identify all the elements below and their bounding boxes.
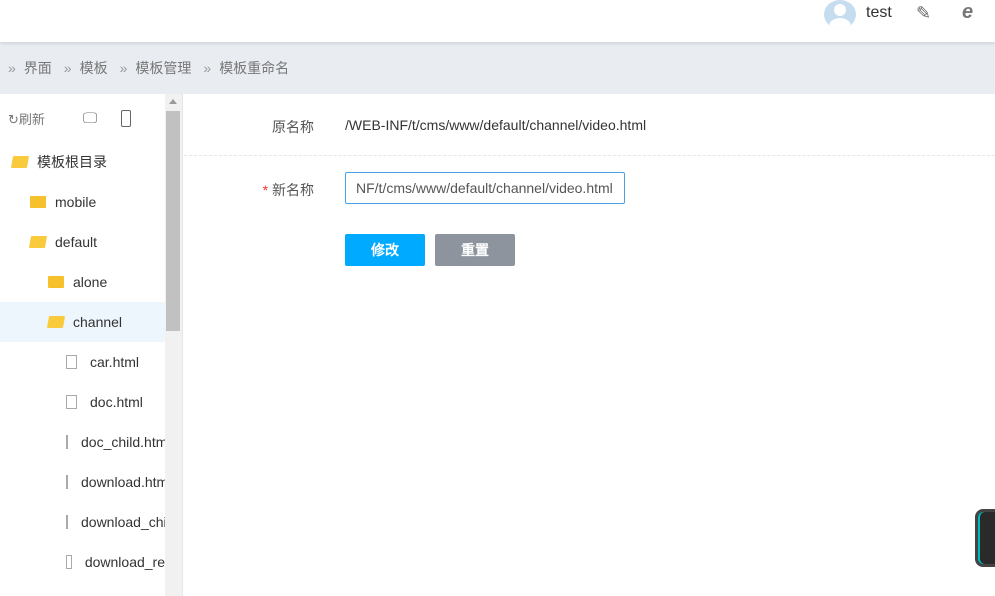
reset-button[interactable]: 重置 bbox=[435, 234, 515, 266]
folder-open-icon bbox=[10, 156, 30, 168]
breadcrumb-item[interactable]: 模板管理 bbox=[135, 58, 191, 78]
new-name-label: 新名称 bbox=[272, 182, 314, 198]
new-name-input[interactable]: NF/t/cms/www/default/channel/video.html bbox=[345, 172, 625, 204]
tree-item[interactable]: doc_child.html bbox=[0, 422, 165, 462]
top-bar: test ✎ e bbox=[0, 0, 995, 42]
folder-open-icon bbox=[28, 236, 48, 248]
scrollbar[interactable] bbox=[165, 94, 182, 596]
folder-icon bbox=[30, 196, 46, 208]
file-icon bbox=[66, 395, 77, 409]
breadcrumb: » 界面 » 模板 » 模板管理 » 模板重命名 bbox=[0, 42, 995, 94]
tree-item-label: download_re bbox=[84, 554, 165, 570]
tree-item[interactable]: download_re bbox=[0, 542, 165, 582]
tree-item-label: download.html bbox=[81, 474, 165, 490]
tree-item-label: download_child.html bbox=[81, 514, 165, 530]
tree-item-label: alone bbox=[73, 274, 108, 290]
tree-item-label: doc.html bbox=[90, 394, 143, 410]
refresh-button[interactable]: ↻刷新 bbox=[8, 109, 45, 128]
file-icon bbox=[66, 515, 68, 529]
tree-item[interactable]: mobile bbox=[0, 182, 165, 222]
tree-item[interactable]: doc.html bbox=[0, 382, 165, 422]
submit-button[interactable]: 修改 bbox=[345, 234, 425, 266]
mobile-icon[interactable] bbox=[121, 109, 132, 127]
scroll-thumb[interactable] bbox=[166, 111, 180, 331]
refresh-icon: ↻ bbox=[8, 111, 19, 127]
tree-item-label: channel bbox=[73, 314, 123, 330]
tree-item[interactable]: download.html bbox=[0, 462, 165, 502]
file-icon bbox=[66, 355, 77, 369]
floating-widget[interactable] bbox=[975, 509, 995, 567]
tree-item[interactable]: download_child.html bbox=[0, 502, 165, 542]
folder-open-icon bbox=[46, 316, 66, 328]
tree-item-label: 模板根目录 bbox=[37, 154, 107, 170]
folder-icon bbox=[48, 276, 64, 288]
tree-item-label: default bbox=[55, 234, 98, 250]
file-icon bbox=[66, 555, 72, 569]
tree-item[interactable]: default bbox=[0, 222, 165, 262]
avatar[interactable] bbox=[824, 0, 856, 29]
tree-item[interactable]: channel bbox=[0, 302, 165, 342]
template-tree-sidebar: ↻刷新 🖵 模板根目录 mobile default alone channel car.… bbox=[0, 94, 183, 596]
tree-item[interactable]: car.html bbox=[0, 342, 165, 382]
breadcrumb-item[interactable]: 模板 bbox=[80, 58, 108, 78]
username[interactable]: test bbox=[866, 4, 892, 22]
file-icon bbox=[66, 435, 68, 449]
old-name-value: /WEB-INF/t/cms/www/default/channel/video… bbox=[345, 117, 647, 133]
desktop-icon[interactable]: 🖵 bbox=[83, 110, 97, 127]
required-mark: * bbox=[262, 182, 269, 198]
scroll-up-arrow[interactable] bbox=[169, 99, 177, 104]
tree-item[interactable]: alone bbox=[0, 262, 165, 302]
old-name-label: 原名称 bbox=[272, 119, 314, 135]
user-edit-icon[interactable]: ✎ bbox=[916, 3, 931, 24]
breadcrumb-item: 模板重命名 bbox=[219, 60, 290, 76]
breadcrumb-item[interactable]: 界面 bbox=[24, 58, 52, 78]
tree-item-label: mobile bbox=[55, 194, 97, 210]
file-icon bbox=[66, 475, 68, 489]
tree-item-label: doc_child.html bbox=[81, 434, 165, 450]
tree-item-label: car.html bbox=[90, 354, 140, 370]
ie-browser-icon[interactable]: e bbox=[962, 1, 973, 24]
rename-form: 原名称 /WEB-INF/t/cms/www/default/channel/v… bbox=[184, 94, 995, 596]
tree-item[interactable]: 模板根目录 bbox=[0, 142, 165, 182]
